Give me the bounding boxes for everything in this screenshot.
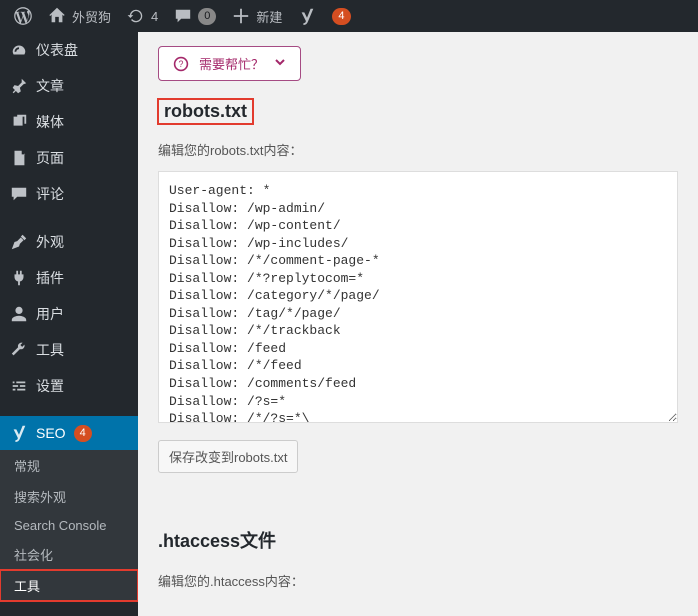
sidebar-item-settings[interactable]: 设置 [0,368,138,404]
robots-heading: robots.txt [158,99,253,124]
sidebar-sub-search-appearance[interactable]: 搜索外观 [0,481,138,512]
yoast-icon [10,424,28,442]
comments-link[interactable]: 0 [166,0,224,32]
plus-icon [232,7,250,25]
sidebar-item-users[interactable]: 用户 [0,296,138,332]
help-icon: ? [173,56,189,72]
sidebar-sub-general[interactable]: 常规 [0,450,138,481]
sidebar-item-dashboard[interactable]: 仪表盘 [0,32,138,68]
help-label: 需要帮忙？ [199,54,264,73]
htaccess-heading: .htaccess文件 [158,525,282,555]
help-button[interactable]: ? 需要帮忙？ [158,46,301,81]
dashboard-icon [10,41,28,59]
sidebar-item-comments[interactable]: 评论 [0,176,138,212]
yoast-alert[interactable]: 4 [324,0,358,32]
updates-count: 4 [151,9,158,24]
robots-textarea[interactable] [158,171,678,423]
comments-icon [174,7,192,25]
sidebar-item-seo[interactable]: SEO 4 [0,416,138,450]
site-name: 外贸狗 [72,7,111,26]
sidebar-item-media[interactable]: 媒体 [0,104,138,140]
sidebar-item-appearance[interactable]: 外观 [0,224,138,260]
new-label: 新建 [256,7,282,26]
alert-count: 4 [332,8,350,25]
chevron-down-icon [274,56,286,71]
content-area: ? 需要帮忙？ robots.txt 编辑您的robots.txt内容： 保存改… [138,32,698,616]
updates-link[interactable]: 4 [119,0,166,32]
site-name-link[interactable]: 外贸狗 [40,0,119,32]
appearance-icon [10,233,28,251]
wordpress-icon [14,7,32,25]
sidebar-sub-tools[interactable]: 工具 [0,570,138,601]
sidebar-item-posts[interactable]: 文章 [0,68,138,104]
sidebar-sub-social[interactable]: 社会化 [0,539,138,570]
sidebar-sub-search-console[interactable]: Search Console [0,512,138,539]
admin-sidebar: 仪表盘 文章 媒体 页面 评论 外观 插件 用户 [0,32,138,616]
save-robots-button[interactable]: 保存改变到robots.txt [158,440,298,473]
new-content-link[interactable]: 新建 [224,0,290,32]
htaccess-desc: 编辑您的.htaccess内容： [158,571,678,590]
media-icon [10,113,28,131]
svg-text:?: ? [179,59,184,69]
comment-icon [10,185,28,203]
yoast-link[interactable] [290,0,324,32]
wp-logo[interactable] [6,0,40,32]
sidebar-seo-submenu: 常规 搜索外观 Search Console 社会化 工具 [0,450,138,601]
home-icon [48,7,66,25]
admin-toolbar: 外贸狗 4 0 新建 4 [0,0,698,32]
sidebar-item-tools[interactable]: 工具 [0,332,138,368]
plugin-icon [10,269,28,287]
updates-icon [127,7,145,25]
yoast-icon [298,7,316,25]
users-icon [10,305,28,323]
seo-badge: 4 [74,425,92,442]
pin-icon [10,77,28,95]
admin-wrap: 仪表盘 文章 媒体 页面 评论 外观 插件 用户 [0,32,698,616]
comments-count: 0 [198,8,216,25]
tools-icon [10,341,28,359]
sidebar-item-plugins[interactable]: 插件 [0,260,138,296]
pages-icon [10,149,28,167]
settings-icon [10,377,28,395]
sidebar-item-pages[interactable]: 页面 [0,140,138,176]
robots-desc: 编辑您的robots.txt内容： [158,140,678,159]
